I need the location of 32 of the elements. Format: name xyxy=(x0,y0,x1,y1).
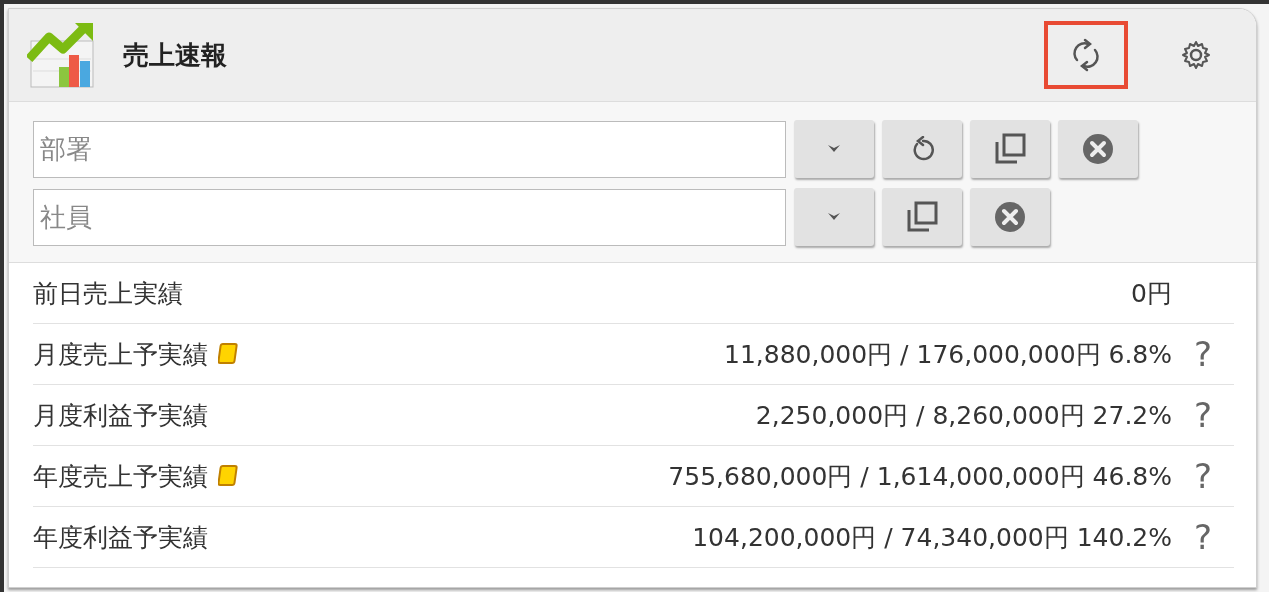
copy-icon xyxy=(993,132,1027,166)
chevron-down-icon xyxy=(827,144,841,154)
reset-icon xyxy=(910,136,934,162)
reset-button[interactable] xyxy=(882,120,962,178)
help-icon[interactable]: ? xyxy=(1172,334,1234,374)
clear-icon xyxy=(1082,133,1114,165)
row-value: 2,250,000円 / 8,260,000円 27.2% xyxy=(754,399,1172,432)
row-label: 年度利益予実績 xyxy=(33,521,208,554)
row-value: 755,680,000円 / 1,614,000,000円 46.8% xyxy=(667,460,1172,493)
help-icon[interactable]: ? xyxy=(1172,456,1234,496)
refresh-button[interactable] xyxy=(1044,21,1128,89)
widget-title: 売上速報 xyxy=(123,38,228,72)
copy-icon xyxy=(905,200,939,234)
filter-field[interactable]: 部署 xyxy=(33,120,786,178)
settings-icon xyxy=(1180,39,1212,71)
filter-field[interactable]: 社員 xyxy=(33,188,786,246)
row-label: 月度利益予実績 xyxy=(33,399,208,432)
refresh-icon xyxy=(1072,38,1100,72)
row-value: 0円 xyxy=(1130,277,1172,310)
row-label: 年度売上予実績 xyxy=(33,460,208,493)
row-label: 月度売上予実績 xyxy=(33,338,208,371)
clear-button[interactable] xyxy=(970,188,1050,246)
help-icon[interactable]: ? xyxy=(1172,517,1234,557)
chevron-down-icon xyxy=(827,212,841,222)
copy-button[interactable] xyxy=(970,120,1050,178)
row-label: 前日売上実績 xyxy=(33,277,183,310)
row-value: 104,200,000円 / 74,340,000円 140.2% xyxy=(691,521,1172,554)
copy-button[interactable] xyxy=(882,188,962,246)
help-icon[interactable]: ? xyxy=(1172,395,1234,435)
row-value: 11,880,000円 / 176,000,000円 6.8% xyxy=(723,338,1172,371)
clear-button[interactable] xyxy=(1058,120,1138,178)
clear-icon xyxy=(994,201,1026,233)
